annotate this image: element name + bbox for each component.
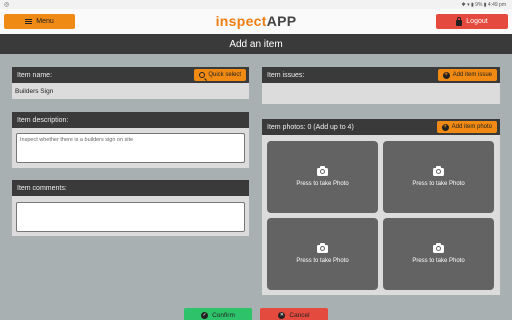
plus-circle-icon: + (442, 71, 450, 79)
item-description-field[interactable]: Inspect whether there is a builders sign… (16, 133, 245, 163)
item-comments-label: Item comments: (17, 184, 67, 192)
status-left: ◎ (4, 2, 10, 8)
item-issues-label: Item issues: (267, 71, 305, 79)
brand-part1: inspect (215, 13, 267, 29)
confirm-button[interactable]: ✓ Confirm (184, 308, 252, 320)
page-title: Add an item (0, 34, 512, 54)
item-description-panel: Item description: Inspect whether there … (12, 112, 249, 168)
lock-icon (456, 16, 463, 26)
camera-icon (317, 165, 328, 176)
camera-icon (317, 242, 328, 253)
item-name-label: Item name: (17, 71, 53, 79)
camera-icon (433, 242, 444, 253)
add-item-issue-button[interactable]: + Add item issue (437, 69, 497, 81)
plus-circle-icon: + (441, 123, 449, 131)
x-circle-icon: ✕ (278, 311, 286, 319)
add-item-photo-button[interactable]: + Add item photo (436, 121, 497, 133)
item-comments-header: Item comments: (12, 180, 249, 196)
status-right: ✱ ▾ ▮ 9% ▮ 4:49 pm (461, 1, 506, 8)
item-name-panel: Item name: Quick select Builders Sign (12, 67, 249, 99)
photo-slot-label: Press to take Photo (412, 180, 465, 187)
brand-part2: APP (266, 13, 297, 29)
search-icon (199, 72, 206, 78)
confirm-button-label: Confirm (212, 311, 235, 319)
item-description-label: Item description: (17, 116, 69, 124)
top-header: Menu inspectAPP Logout (0, 9, 512, 34)
photo-slot-label: Press to take Photo (296, 257, 349, 264)
cancel-button-label: Cancel (289, 311, 310, 319)
status-bar: ◎ ✱ ▾ ▮ 9% ▮ 4:49 pm (0, 0, 512, 9)
logout-button-label: Logout (466, 18, 488, 25)
photo-slot-2[interactable]: Press to take Photo (383, 141, 494, 213)
item-description-header: Item description: (12, 112, 249, 128)
item-photos-header: Item photos: 0 (Add up to 4) + Add item … (262, 119, 500, 135)
item-comments-panel: Item comments: (12, 180, 249, 236)
check-circle-icon: ✓ (201, 311, 209, 319)
add-item-photo-label: Add item photo (451, 124, 492, 130)
camera-icon (433, 165, 444, 176)
logout-button[interactable]: Logout (436, 14, 508, 29)
item-name-value[interactable]: Builders Sign (15, 88, 53, 95)
item-name-header: Item name: Quick select (12, 67, 249, 83)
quick-select-label: Quick select (208, 72, 241, 78)
quick-select-button[interactable]: Quick select (194, 69, 246, 81)
photo-slot-1[interactable]: Press to take Photo (267, 141, 378, 213)
item-issues-panel: Item issues: + Add item issue (262, 67, 500, 104)
photo-slot-3[interactable]: Press to take Photo (267, 218, 378, 290)
add-item-issue-label: Add item issue (452, 72, 492, 78)
photo-slot-label: Press to take Photo (412, 257, 465, 264)
cancel-button[interactable]: ✕ Cancel (260, 308, 328, 320)
item-photos-panel: Item photos: 0 (Add up to 4) + Add item … (262, 119, 500, 295)
item-issues-header: Item issues: + Add item issue (262, 67, 500, 83)
item-comments-field[interactable] (16, 202, 245, 232)
photo-slot-4[interactable]: Press to take Photo (383, 218, 494, 290)
item-photos-label: Item photos: 0 (Add up to 4) (267, 123, 354, 131)
photo-slot-label: Press to take Photo (296, 180, 349, 187)
